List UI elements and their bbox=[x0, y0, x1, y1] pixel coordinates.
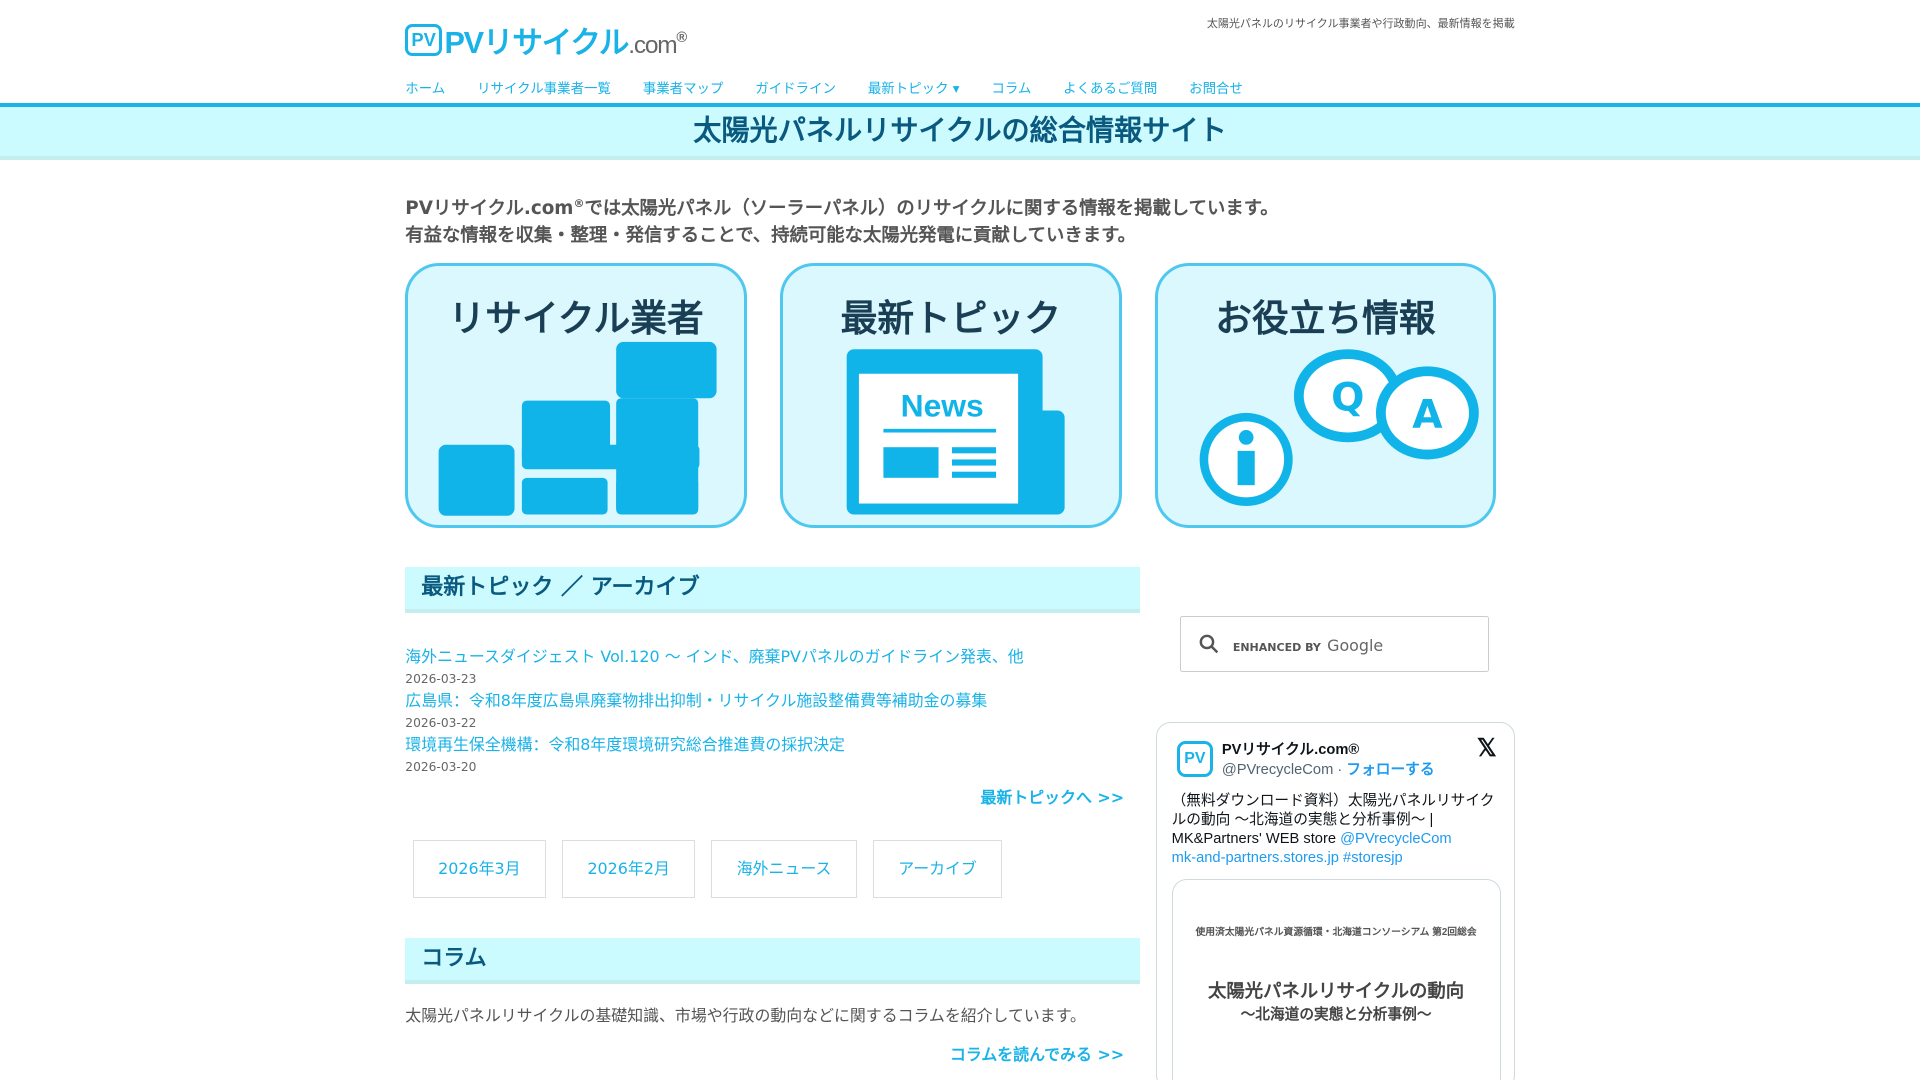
topic-link[interactable]: 環境再生保全機構：令和8年度環境研究総合推進費の採択決定 bbox=[405, 733, 1124, 757]
column-description: 太陽光パネルリサイクルの基礎知識、市場や行政の動向などに関するコラムを紹介してい… bbox=[405, 1005, 1086, 1025]
q-label: Q bbox=[1331, 376, 1364, 421]
a-label: A bbox=[1412, 393, 1443, 438]
site-logo[interactable]: PV PVリサイクル.com® bbox=[405, 17, 687, 62]
enhanced-by-label: ENHANCED BY bbox=[1232, 640, 1321, 654]
tweet-name[interactable]: PVリサイクル.com® bbox=[1222, 738, 1359, 759]
logo-reg: ® bbox=[676, 29, 687, 46]
x-logo-icon[interactable]: 𝕏 bbox=[1477, 733, 1497, 763]
card-subtitle: ～北海道の実態と分析事例～ bbox=[1240, 1007, 1432, 1024]
search-input[interactable]: ENHANCED BY Google bbox=[1233, 633, 1383, 656]
factory-icon bbox=[438, 342, 717, 517]
tweet-card-image[interactable]: 使用済太陽光パネル資源循環・北海道コンソーシアム 第2回総会 太陽光パネルリサイ… bbox=[1171, 878, 1501, 1080]
hero-title: 太陽光パネルリサイクルの総合情報サイト bbox=[0, 106, 1920, 160]
intro-line1: では太陽光パネル（ソーラーパネル）のリサイクルに関する情報を掲載しています。 bbox=[584, 198, 1279, 220]
tweet-text: （無料ダウンロード資料）太陽光パネルリサイクルの動向 ～北海道の実態と分析事例～… bbox=[1172, 792, 1505, 868]
intro-line2: 有益な情報を収集・整理・発信することで、持続可能な太陽光発電に貢献していきます。 bbox=[405, 225, 1137, 247]
card-topics[interactable]: 最新トピック News bbox=[779, 263, 1122, 528]
tweet-handle: @PVrecycleCom bbox=[1221, 761, 1334, 778]
logo-name: PVリサイクル bbox=[444, 26, 629, 61]
mention-link[interactable]: @PVrecycleCom bbox=[1340, 831, 1452, 847]
url-link[interactable]: mk-and-partners.stores.jp bbox=[1172, 850, 1339, 866]
search-icon bbox=[1199, 634, 1218, 654]
intro-text: PVリサイクル.com®では太陽光パネル（ソーラーパネル）のリサイクルに関する情… bbox=[405, 191, 1278, 250]
topic-link[interactable]: 広島県：令和8年度広島県廃棄物排出抑制・リサイクル施設整備費等補助金の募集 bbox=[405, 689, 1124, 713]
topic-date: 2026-03-22 bbox=[405, 715, 477, 730]
topics-heading: 最新トピック ／ アーカイブ bbox=[405, 566, 1140, 613]
search-box[interactable]: ENHANCED BY Google bbox=[1180, 615, 1489, 673]
card-info[interactable]: お役立ち情報 QA bbox=[1154, 263, 1497, 528]
qa-info-icon: QA bbox=[1199, 349, 1479, 507]
news-label: News bbox=[901, 388, 984, 424]
tag-overseas-news[interactable]: 海外ニュース bbox=[711, 840, 857, 899]
tag-2026-02[interactable]: 2026年2月 bbox=[561, 840, 696, 899]
topic-list: 海外ニュースダイジェスト Vol.120 ～ インド、廃棄PVパネルのガイドライ… bbox=[405, 645, 1124, 808]
intro-reg: ® bbox=[573, 197, 585, 211]
card-title: リサイクル業者 bbox=[448, 297, 704, 341]
hashtag-link[interactable]: #storesjp bbox=[1343, 850, 1403, 866]
archive-tags: 2026年3月 2026年2月 海外ニュース アーカイブ bbox=[412, 840, 1003, 899]
tag-2026-03[interactable]: 2026年3月 bbox=[412, 840, 547, 899]
list-item: 環境再生保全機構：令和8年度環境研究総合推進費の採択決定 2026-03-20 bbox=[405, 733, 1124, 777]
card-title: 最新トピック bbox=[840, 297, 1061, 341]
card-heading: 太陽光パネルリサイクルの動向 bbox=[1208, 980, 1465, 1002]
twitter-embed: PV PVリサイクル.com® @PVrecycleCom · フォローする 𝕏… bbox=[1155, 722, 1515, 1080]
follow-button[interactable]: フォローする bbox=[1346, 762, 1434, 778]
card-recyclers[interactable]: リサイクル業者 bbox=[405, 263, 747, 528]
card-title: お役立ち情報 bbox=[1215, 297, 1436, 341]
feature-cards: リサイクル業者 最新トピック News お役立ち情報 QA bbox=[405, 263, 1497, 528]
intro-brand: PVリサイクル.com bbox=[405, 198, 574, 220]
tagline: 太陽光パネルのリサイクル事業者や行政動向、最新情報を掲載 bbox=[1206, 16, 1515, 30]
column-heading: コラム bbox=[405, 937, 1140, 984]
logo-suffix: .com bbox=[628, 32, 677, 60]
separator: · bbox=[1333, 761, 1347, 778]
topic-date: 2026-03-23 bbox=[405, 671, 477, 686]
newspaper-icon: News bbox=[846, 349, 1065, 515]
tweet-avatar[interactable]: PV bbox=[1176, 740, 1214, 778]
tag-archive[interactable]: アーカイブ bbox=[872, 840, 1003, 899]
card-subheading: 使用済太陽光パネル資源循環・北海道コンソーシアム 第2回総会 bbox=[1195, 927, 1477, 939]
more-topics-link[interactable]: 最新トピックへ >> bbox=[981, 788, 1125, 807]
topic-date: 2026-03-20 bbox=[405, 759, 477, 774]
list-item: 広島県：令和8年度広島県廃棄物排出抑制・リサイクル施設整備費等補助金の募集 202… bbox=[405, 689, 1124, 733]
read-column-link[interactable]: コラムを読んでみる >> bbox=[950, 1042, 1124, 1065]
topic-link[interactable]: 海外ニュースダイジェスト Vol.120 ～ インド、廃棄PVパネルのガイドライ… bbox=[405, 645, 1124, 669]
list-item: 海外ニュースダイジェスト Vol.120 ～ インド、廃棄PVパネルのガイドライ… bbox=[405, 645, 1124, 689]
google-label: Google bbox=[1327, 635, 1384, 655]
logo-mark: PV bbox=[405, 23, 443, 56]
